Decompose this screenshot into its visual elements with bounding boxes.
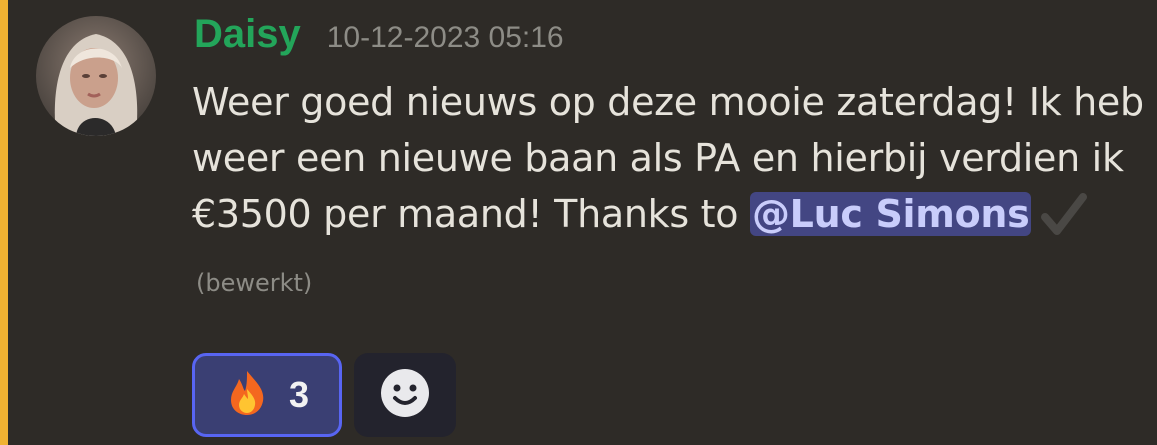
message-header: Daisy 10-12-2023 05:16	[194, 12, 564, 72]
checkmark-icon	[1041, 193, 1088, 250]
reaction-count: 3	[288, 374, 310, 415]
message-timestamp: 10-12-2023 05:16	[326, 21, 564, 54]
author-name[interactable]: Daisy	[194, 12, 301, 57]
add-reaction-button[interactable]	[354, 353, 456, 437]
reactions-bar: 3	[192, 353, 456, 437]
avatar[interactable]	[36, 16, 156, 136]
avatar-image	[36, 16, 156, 136]
edited-label: (bewerkt)	[196, 269, 313, 297]
reaction-fire[interactable]: 3	[192, 353, 342, 437]
fire-icon	[225, 369, 269, 421]
smiley-icon	[379, 367, 431, 423]
user-mention[interactable]: @Luc Simons	[749, 192, 1032, 236]
message-content: Weer goed nieuws op deze mooie zaterdag!…	[192, 74, 1152, 311]
highlight-accent-bar	[0, 0, 8, 445]
